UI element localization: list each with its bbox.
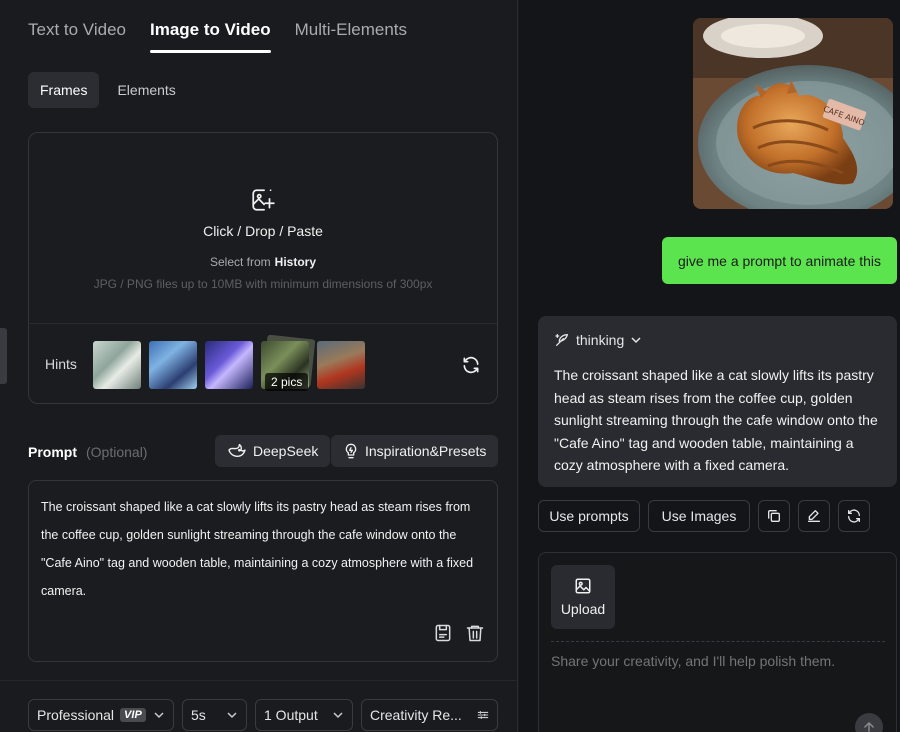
mode-value: Professional	[37, 707, 115, 723]
image-icon	[575, 578, 591, 594]
prompt-label: Prompt	[28, 444, 77, 460]
upload-title: Click / Drop / Paste	[203, 223, 323, 239]
upload-requirements: JPG / PNG files up to 10MB with minimum …	[93, 277, 433, 291]
hint-thumbnail[interactable]	[205, 341, 253, 389]
edit-button[interactable]	[798, 500, 830, 532]
chat-pane: CAFE AINO give me a prompt to animate th…	[519, 0, 900, 732]
hint-thumbnail[interactable]	[149, 341, 197, 389]
mode-tabs: Text to Video Image to Video Multi-Eleme…	[28, 20, 407, 53]
duration-select[interactable]: 5s	[182, 699, 247, 731]
deepseek-label: DeepSeek	[253, 443, 319, 459]
pics-count-badge: 2 pics	[265, 373, 309, 391]
inspiration-label: Inspiration&Presets	[365, 443, 487, 459]
tab-text-to-video[interactable]: Text to Video	[28, 20, 126, 52]
upload-select-row: Select from History	[210, 255, 316, 269]
assistant-message: thinking The croissant shaped like a cat…	[538, 316, 897, 487]
divider	[551, 641, 885, 642]
regenerate-button[interactable]	[838, 500, 870, 532]
tab-image-to-video[interactable]: Image to Video	[149, 20, 271, 53]
copy-icon	[768, 510, 780, 522]
tab-multi-elements[interactable]: Multi-Elements	[295, 20, 407, 52]
chat-composer: Upload	[538, 552, 897, 732]
send-button[interactable]	[855, 713, 883, 732]
upload-label: Upload	[560, 601, 606, 617]
use-images-button[interactable]: Use Images	[648, 500, 750, 532]
chevron-down-icon	[333, 712, 343, 719]
chevron-down-icon	[631, 337, 641, 344]
assistant-response-text: The croissant shaped like a cat slowly l…	[554, 367, 878, 473]
image-add-icon	[252, 189, 275, 211]
mode-select[interactable]: Professional VIP	[28, 699, 174, 731]
uploaded-croissant-image[interactable]: CAFE AINO	[693, 18, 893, 209]
divider	[0, 680, 518, 681]
creativity-value: Creativity Re...	[370, 707, 462, 723]
resize-handle[interactable]	[0, 328, 7, 384]
subtab-frames[interactable]: Frames	[28, 72, 100, 108]
sub-tabs: Frames Elements	[28, 72, 188, 108]
use-prompts-button[interactable]: Use prompts	[538, 500, 640, 532]
hints-label: Hints	[45, 356, 77, 372]
subtab-elements[interactable]: Elements	[105, 72, 187, 108]
trash-icon[interactable]	[465, 623, 485, 643]
whale-icon	[228, 443, 246, 457]
output-value: 1 Output	[264, 707, 318, 723]
chevron-down-icon	[154, 712, 164, 719]
left-pane: Text to Video Image to Video Multi-Eleme…	[0, 0, 518, 732]
pencil-icon	[808, 510, 820, 522]
hint-thumbnail[interactable]	[93, 341, 141, 389]
hint-thumbnail[interactable]	[317, 341, 365, 389]
sliders-icon	[477, 711, 489, 719]
thinking-toggle[interactable]: thinking	[554, 332, 642, 348]
image-upload-box: Click / Drop / Paste Select from History …	[28, 132, 498, 404]
prompt-optional-label: (Optional)	[86, 444, 148, 460]
refresh-icon	[848, 509, 860, 523]
chevron-down-icon	[227, 712, 237, 719]
deepseek-button[interactable]: DeepSeek	[215, 435, 331, 467]
duration-value: 5s	[191, 707, 206, 723]
upload-dropzone[interactable]: Click / Drop / Paste Select from History …	[29, 133, 497, 323]
copy-button[interactable]	[758, 500, 790, 532]
save-icon[interactable]	[433, 623, 453, 643]
prompt-text[interactable]: The croissant shaped like a cat slowly l…	[41, 493, 487, 605]
vip-badge: VIP	[120, 708, 146, 722]
divider	[29, 323, 497, 324]
arrow-up-icon	[864, 722, 874, 732]
thinking-label: thinking	[576, 332, 625, 348]
lightbulb-icon	[345, 443, 357, 459]
creativity-select[interactable]: Creativity Re...	[361, 699, 498, 731]
user-message-bubble: give me a prompt to animate this	[662, 237, 897, 284]
refresh-icon[interactable]	[461, 355, 481, 375]
chat-input[interactable]	[551, 653, 885, 669]
output-select[interactable]: 1 Output	[255, 699, 353, 731]
prompt-textarea[interactable]: The croissant shaped like a cat slowly l…	[28, 480, 498, 662]
inspiration-presets-button[interactable]: Inspiration&Presets	[331, 435, 499, 467]
upload-button[interactable]: Upload	[551, 565, 615, 629]
sparkle-leaf-icon	[555, 334, 568, 346]
upload-select-prefix: Select from	[209, 255, 271, 269]
user-message-text: give me a prompt to animate this	[677, 252, 882, 269]
history-link[interactable]: History	[275, 255, 316, 269]
